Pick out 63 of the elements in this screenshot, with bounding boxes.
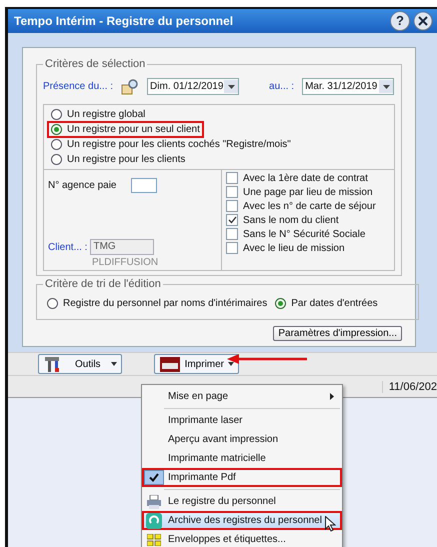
- menu-item[interactable]: Enveloppes et étiquettes...: [142, 530, 342, 547]
- caret-icon: [382, 84, 390, 88]
- radio-option[interactable]: Un registre global: [47, 106, 150, 123]
- checkbox-option[interactable]: Sans le N° Sécurité Sociale: [226, 227, 390, 241]
- field-label: au... :: [269, 81, 294, 92]
- checkbox[interactable]: [226, 242, 238, 254]
- status-date: 11/06/202: [382, 380, 437, 392]
- radio-button[interactable]: [51, 124, 62, 135]
- radio-button[interactable]: [47, 298, 58, 309]
- labels-icon: [147, 534, 161, 546]
- radio-option[interactable]: Un registre pour les clients: [47, 151, 190, 168]
- radio-option[interactable]: Un registre pour un seul client: [47, 121, 204, 138]
- input-field[interactable]: [130, 178, 156, 193]
- menu-item[interactable]: Imprimante matricielle: [142, 449, 342, 468]
- radio-option[interactable]: Registre du personnel par noms d'intérimaires: [43, 296, 272, 311]
- help-button[interactable]: ?: [390, 11, 410, 31]
- menu-item[interactable]: Le registre du personnel: [142, 492, 342, 511]
- caret-icon: [228, 84, 235, 88]
- date-dropdown[interactable]: Dim. 01/12/2019: [147, 78, 240, 95]
- radio-button[interactable]: [275, 298, 286, 309]
- checkbox-option[interactable]: Sans le nom du client: [226, 213, 390, 227]
- print-settings-button[interactable]: Paramètres d'impression...: [273, 326, 402, 341]
- mouse-cursor-icon: [324, 516, 336, 532]
- pdf-file-icon: [158, 355, 181, 373]
- client-name: PLDIFFUSION: [92, 257, 160, 268]
- menu-item[interactable]: Aperçu avant impression: [142, 430, 342, 449]
- field-label: Présence du... :: [43, 81, 114, 92]
- radio-button[interactable]: [51, 139, 62, 150]
- group-legend: Critères de sélection: [43, 58, 148, 71]
- checkbox[interactable]: [226, 172, 238, 184]
- checkbox-option[interactable]: Avec les n° de carte de séjour: [226, 199, 390, 213]
- close-icon[interactable]: [413, 11, 433, 31]
- checkmark-icon: [149, 473, 159, 482]
- window-title: Tempo Intérim - Registre du personnel: [14, 14, 234, 28]
- radio-button[interactable]: [51, 109, 62, 120]
- menu-item[interactable]: Imprimante laser: [142, 411, 342, 430]
- checkbox-option[interactable]: Avec le lieu de mission: [226, 241, 390, 255]
- date-dropdown[interactable]: Mar. 31/12/2019: [302, 78, 394, 95]
- check-icon: [228, 216, 236, 224]
- caret-icon: [228, 362, 234, 366]
- checkbox[interactable]: [226, 214, 238, 226]
- toolbar-button[interactable]: Imprimer: [154, 354, 240, 374]
- printer-icon: [146, 494, 162, 508]
- menu-item[interactable]: Archive des registres du personnel: [142, 511, 342, 530]
- menu-item[interactable]: Imprimante Pdf: [142, 468, 342, 487]
- checkbox-option[interactable]: Avec la 1ère date de contrat: [226, 171, 390, 185]
- group-legend: Critère de tri de l'édition: [43, 278, 163, 291]
- radio-option[interactable]: Un registre pour les clients cochés "Registre/mois": [47, 136, 295, 153]
- field-label: N° agence paie: [48, 180, 116, 191]
- field-label: Client... :: [48, 242, 88, 252]
- magnifier-icon[interactable]: [121, 78, 140, 94]
- refresh-icon: [146, 512, 162, 528]
- client-field[interactable]: TMG: [90, 239, 154, 255]
- radio-option[interactable]: Par dates d'entrées: [271, 296, 382, 311]
- toolbar-button[interactable]: Outils: [38, 354, 122, 374]
- submenu-arrow-icon: [330, 393, 334, 400]
- caret-icon: [110, 362, 117, 366]
- menu-item[interactable]: Mise en page: [142, 387, 342, 406]
- checkbox-option[interactable]: Une page par lieu de mission: [226, 185, 390, 199]
- checkbox[interactable]: [226, 186, 238, 198]
- checkbox[interactable]: [226, 200, 238, 212]
- radio-button[interactable]: [51, 154, 62, 165]
- checkbox[interactable]: [226, 228, 238, 240]
